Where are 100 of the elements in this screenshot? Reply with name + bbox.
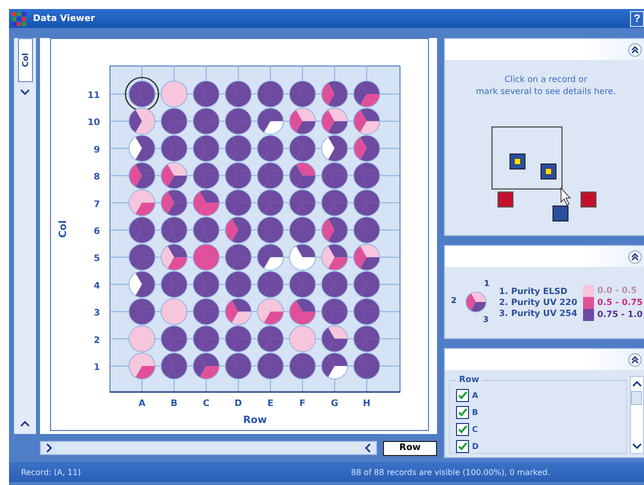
well-glyph[interactable] [353, 162, 380, 189]
well-glyph[interactable] [192, 298, 220, 325]
well-glyph[interactable] [353, 135, 380, 162]
checkbox-label[interactable]: D [472, 442, 479, 451]
well-glyph[interactable] [321, 135, 348, 162]
scroll-right-icon[interactable] [45, 443, 53, 453]
well-glyph[interactable] [128, 271, 156, 298]
well-glyph[interactable] [289, 162, 316, 189]
well-glyph[interactable] [257, 216, 284, 244]
well-glyph[interactable] [353, 271, 380, 298]
well-glyph[interactable] [321, 298, 348, 325]
well-glyph[interactable] [353, 244, 380, 271]
well-glyph[interactable] [353, 298, 380, 325]
well-glyph[interactable] [289, 352, 316, 380]
well-glyph[interactable] [128, 216, 156, 244]
well-glyph[interactable] [224, 298, 252, 325]
well-glyph[interactable] [257, 352, 284, 380]
well-glyph[interactable] [160, 135, 188, 162]
well-glyph[interactable] [128, 108, 156, 135]
well-glyph[interactable] [353, 189, 380, 216]
well-glyph[interactable] [192, 189, 220, 216]
checkbox-label[interactable]: A [472, 391, 478, 400]
well-glyph[interactable] [224, 244, 252, 271]
well-glyph[interactable] [192, 216, 220, 244]
well-glyph[interactable] [224, 189, 252, 216]
well-glyph[interactable] [289, 271, 316, 298]
well-glyph[interactable] [128, 298, 156, 325]
well-glyph[interactable] [321, 352, 348, 380]
well-glyph[interactable] [321, 216, 348, 244]
well-glyph[interactable] [224, 271, 252, 298]
well-glyph[interactable] [224, 325, 252, 352]
well-glyph[interactable] [124, 76, 160, 112]
well-glyph[interactable] [353, 216, 380, 244]
scroll-left-icon[interactable] [364, 443, 372, 453]
well-glyph[interactable] [160, 108, 188, 135]
scroll-thumb[interactable] [631, 391, 642, 405]
well-glyph[interactable] [257, 80, 284, 108]
well-glyph[interactable] [192, 108, 220, 135]
scroll-up-icon[interactable] [632, 380, 642, 388]
well-glyph[interactable] [128, 162, 156, 189]
well-glyph[interactable] [257, 271, 284, 298]
well-glyph[interactable] [160, 271, 188, 298]
well-glyph[interactable] [321, 108, 348, 135]
well-glyph[interactable] [128, 244, 156, 271]
well-glyph[interactable] [289, 298, 316, 325]
collapse-icon[interactable] [628, 42, 642, 56]
well-glyph[interactable] [224, 108, 252, 135]
well-glyph[interactable] [224, 80, 252, 108]
scroll-down-icon[interactable] [20, 88, 30, 96]
well-glyph[interactable] [257, 135, 284, 162]
well-glyph[interactable] [353, 80, 380, 108]
checkbox[interactable] [456, 389, 469, 402]
well-glyph[interactable] [192, 271, 220, 298]
well-glyph[interactable] [321, 80, 348, 108]
well-glyph[interactable] [257, 189, 284, 216]
collapse-icon[interactable] [628, 352, 642, 366]
collapse-icon[interactable] [628, 250, 642, 264]
well-glyph[interactable] [160, 325, 188, 352]
horizontal-scrollbar[interactable] [40, 441, 377, 455]
vertical-scrollbar[interactable] [630, 376, 644, 454]
well-glyph[interactable] [160, 244, 188, 271]
well-glyph[interactable] [321, 162, 348, 189]
well-glyph[interactable] [224, 352, 252, 380]
well-glyph[interactable] [353, 108, 380, 135]
well-glyph[interactable] [257, 108, 284, 135]
checkbox[interactable] [456, 423, 469, 436]
axis-button[interactable]: Row [383, 440, 437, 456]
well-glyph[interactable] [224, 216, 252, 244]
well-glyph[interactable] [257, 244, 284, 271]
checkbox-label[interactable]: C [472, 425, 478, 434]
well-glyph[interactable] [257, 162, 284, 189]
checkbox[interactable] [456, 406, 469, 419]
axis-tab[interactable]: Col [18, 38, 32, 82]
well-glyph[interactable] [128, 135, 156, 162]
well-glyph[interactable] [224, 135, 252, 162]
well-glyph[interactable] [353, 352, 380, 380]
well-glyph[interactable] [160, 162, 188, 189]
well-glyph[interactable] [353, 325, 380, 352]
well-glyph[interactable] [192, 352, 220, 380]
well-glyph[interactable] [289, 244, 316, 271]
well-glyph[interactable] [257, 325, 284, 352]
scroll-down-icon[interactable] [632, 442, 642, 450]
well-glyph[interactable] [321, 325, 348, 352]
well-glyph[interactable] [160, 216, 188, 244]
well-glyph[interactable] [192, 80, 220, 108]
checkbox[interactable] [456, 440, 469, 453]
help-button[interactable]: ? [630, 10, 644, 26]
well-glyph[interactable] [192, 325, 220, 352]
well-glyph[interactable] [321, 271, 348, 298]
well-glyph[interactable] [289, 108, 316, 135]
well-glyph[interactable] [192, 162, 220, 189]
well-glyph[interactable] [160, 352, 188, 380]
well-glyph[interactable] [192, 135, 220, 162]
well-glyph[interactable] [289, 135, 316, 162]
checkbox-label[interactable]: B [472, 408, 478, 417]
well-glyph[interactable] [289, 80, 316, 108]
well-glyph[interactable] [160, 189, 188, 216]
well-glyph[interactable] [289, 216, 316, 244]
well-glyph[interactable] [224, 162, 252, 189]
well-glyph[interactable] [321, 189, 348, 216]
